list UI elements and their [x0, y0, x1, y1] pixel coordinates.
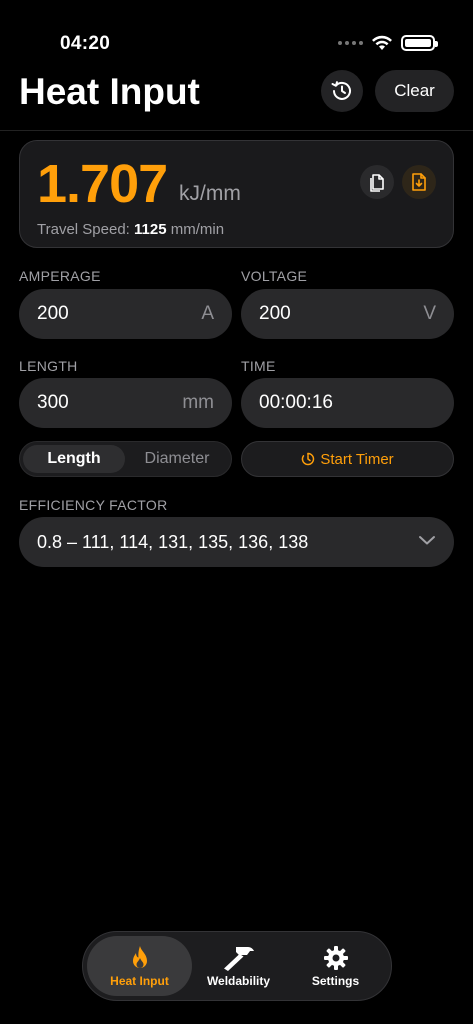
history-button[interactable]	[321, 70, 363, 112]
efficiency-select[interactable]: 0.8 – 111, 114, 131, 135, 136, 138	[19, 517, 454, 567]
time-label: TIME	[241, 358, 276, 374]
gear-icon	[323, 945, 348, 970]
copy-icon	[370, 174, 384, 192]
status-bar: 04:20	[0, 0, 473, 60]
tab-heat-input[interactable]: Heat Input	[87, 936, 192, 996]
status-indicators	[338, 35, 438, 51]
length-label: LENGTH	[19, 358, 78, 374]
tab-heat-input-label: Heat Input	[110, 973, 169, 988]
segment-length[interactable]: Length	[23, 445, 125, 473]
download-document-icon	[412, 173, 426, 191]
chevron-down-icon	[419, 536, 435, 545]
battery-icon	[401, 35, 438, 51]
export-button[interactable]	[402, 165, 436, 199]
cellular-signal-icon	[338, 41, 363, 45]
wifi-icon	[372, 35, 392, 50]
amperage-value: 200	[37, 303, 69, 324]
travel-speed-unit: mm/min	[170, 221, 225, 238]
copy-button[interactable]	[360, 165, 394, 199]
travel-speed-value: 1125	[134, 221, 167, 238]
history-icon	[331, 81, 351, 100]
clear-button[interactable]: Clear	[375, 70, 454, 112]
amperage-label: AMPERAGE	[19, 268, 101, 284]
voltage-field[interactable]: 200 V	[241, 289, 454, 339]
heat-input-unit: kJ/mm	[179, 182, 241, 205]
travel-speed-label: Travel Speed:	[37, 221, 130, 238]
length-unit: mm	[182, 392, 214, 413]
amperage-field[interactable]: 200 A	[19, 289, 232, 339]
tab-settings-label: Settings	[311, 973, 360, 988]
efficiency-label: EFFICIENCY FACTOR	[19, 497, 168, 513]
tab-weldability-label: Weldability	[206, 973, 271, 988]
length-field[interactable]: 300 mm	[19, 378, 232, 428]
header: Heat Input Clear	[0, 64, 473, 130]
tab-weldability[interactable]: Weldability	[186, 936, 291, 996]
travel-speed: Travel Speed: 1125 mm/min	[37, 221, 224, 238]
length-value: 300	[37, 392, 69, 413]
heat-input-value: 1.707	[37, 154, 168, 214]
status-time: 04:20	[60, 33, 111, 54]
flame-icon	[132, 945, 147, 968]
segment-diameter[interactable]: Diameter	[126, 445, 228, 473]
hammer-icon	[223, 946, 254, 971]
tab-bar: Heat Input Weldability Settings	[82, 931, 392, 1001]
voltage-label: VOLTAGE	[241, 268, 308, 284]
result-card: 1.707 kJ/mm Travel Speed: 1125 mm/min	[19, 140, 454, 248]
tab-settings[interactable]: Settings	[283, 936, 388, 996]
page-title: Heat Input	[19, 71, 200, 112]
time-field[interactable]: 00:00:16	[241, 378, 454, 428]
time-value: 00:00:16	[259, 392, 333, 413]
efficiency-value: 0.8 – 111, 114, 131, 135, 136, 138	[37, 532, 309, 552]
voltage-unit: V	[423, 303, 436, 324]
length-diameter-toggle: Length Diameter	[19, 441, 232, 477]
header-divider	[0, 130, 473, 131]
start-timer-button[interactable]: Start Timer	[241, 441, 454, 477]
timer-icon	[302, 452, 315, 466]
voltage-value: 200	[259, 303, 291, 324]
amperage-unit: A	[201, 303, 214, 324]
start-timer-label: Start Timer	[320, 450, 394, 468]
